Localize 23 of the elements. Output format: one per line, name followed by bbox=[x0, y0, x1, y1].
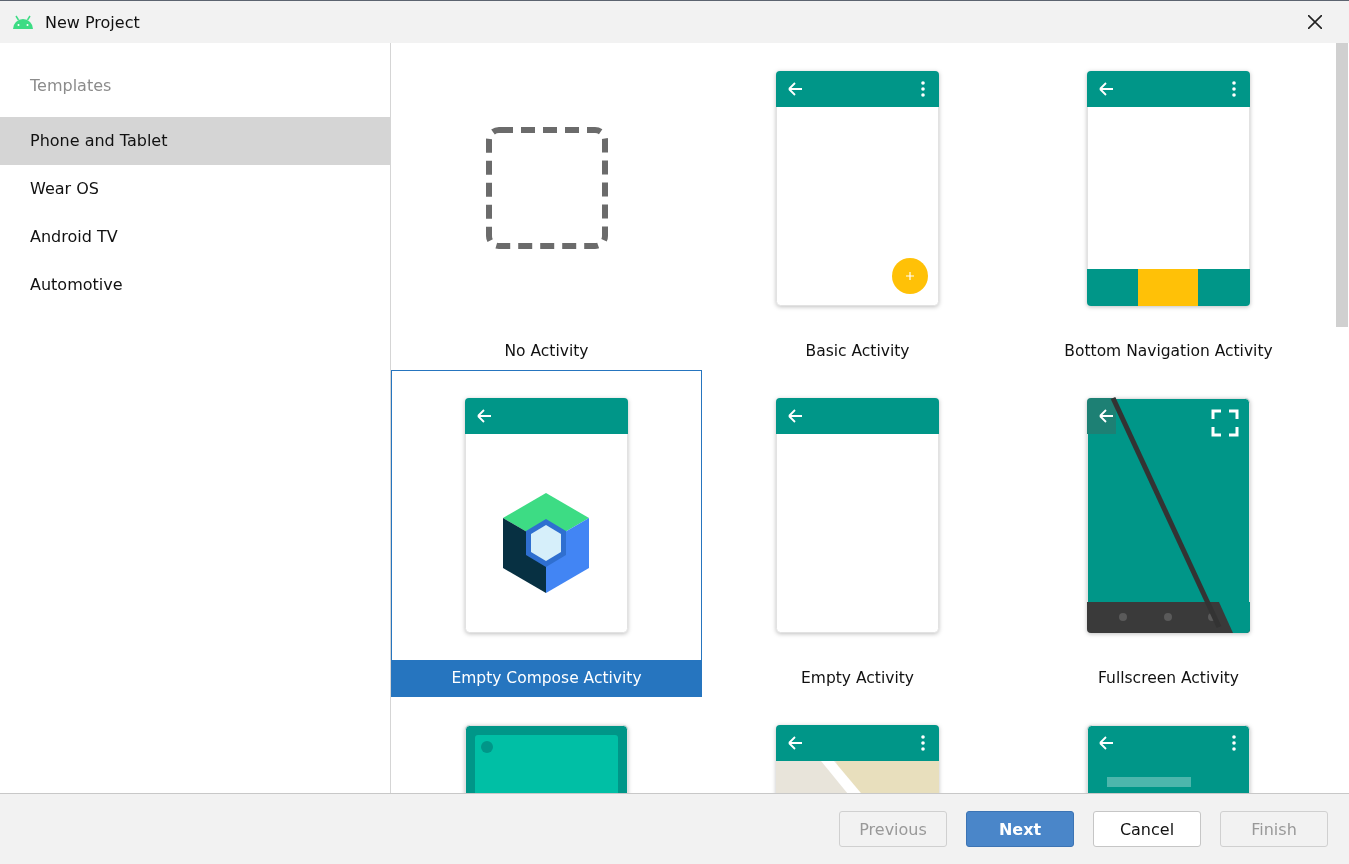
sidebar-item[interactable]: Phone and Tablet bbox=[0, 117, 390, 165]
template-tile[interactable]: Fullscreen Activity bbox=[1013, 370, 1324, 697]
sidebar-item[interactable]: Automotive bbox=[0, 261, 390, 309]
sidebar-item[interactable]: Wear OS bbox=[0, 165, 390, 213]
wizard-button[interactable]: Next bbox=[966, 811, 1074, 847]
template-tile[interactable]: Empty Compose Activity bbox=[391, 370, 702, 697]
template-label: Fullscreen Activity bbox=[1097, 668, 1240, 689]
scrollbar-thumb[interactable] bbox=[1336, 43, 1348, 327]
template-tile[interactable]: No Activity bbox=[391, 43, 702, 370]
template-label: No Activity bbox=[503, 341, 590, 362]
sidebar-item[interactable]: Android TV bbox=[0, 213, 390, 261]
sidebar-heading: Templates bbox=[29, 75, 113, 97]
template-label: Basic Activity bbox=[804, 341, 911, 362]
template-label: Bottom Navigation Activity bbox=[1063, 341, 1274, 362]
template-tile[interactable]: Empty Activity bbox=[702, 370, 1013, 697]
template-tile[interactable]: Basic Activity bbox=[702, 43, 1013, 370]
template-tile[interactable]: Bottom Navigation Activity bbox=[1013, 43, 1324, 370]
template-label: Empty Compose Activity bbox=[392, 660, 701, 696]
wizard-button[interactable]: Cancel bbox=[1093, 811, 1201, 847]
close-icon[interactable] bbox=[1308, 15, 1322, 29]
template-label: Empty Activity bbox=[800, 668, 915, 689]
android-logo-icon bbox=[11, 15, 35, 29]
window-title: New Project bbox=[45, 12, 141, 32]
